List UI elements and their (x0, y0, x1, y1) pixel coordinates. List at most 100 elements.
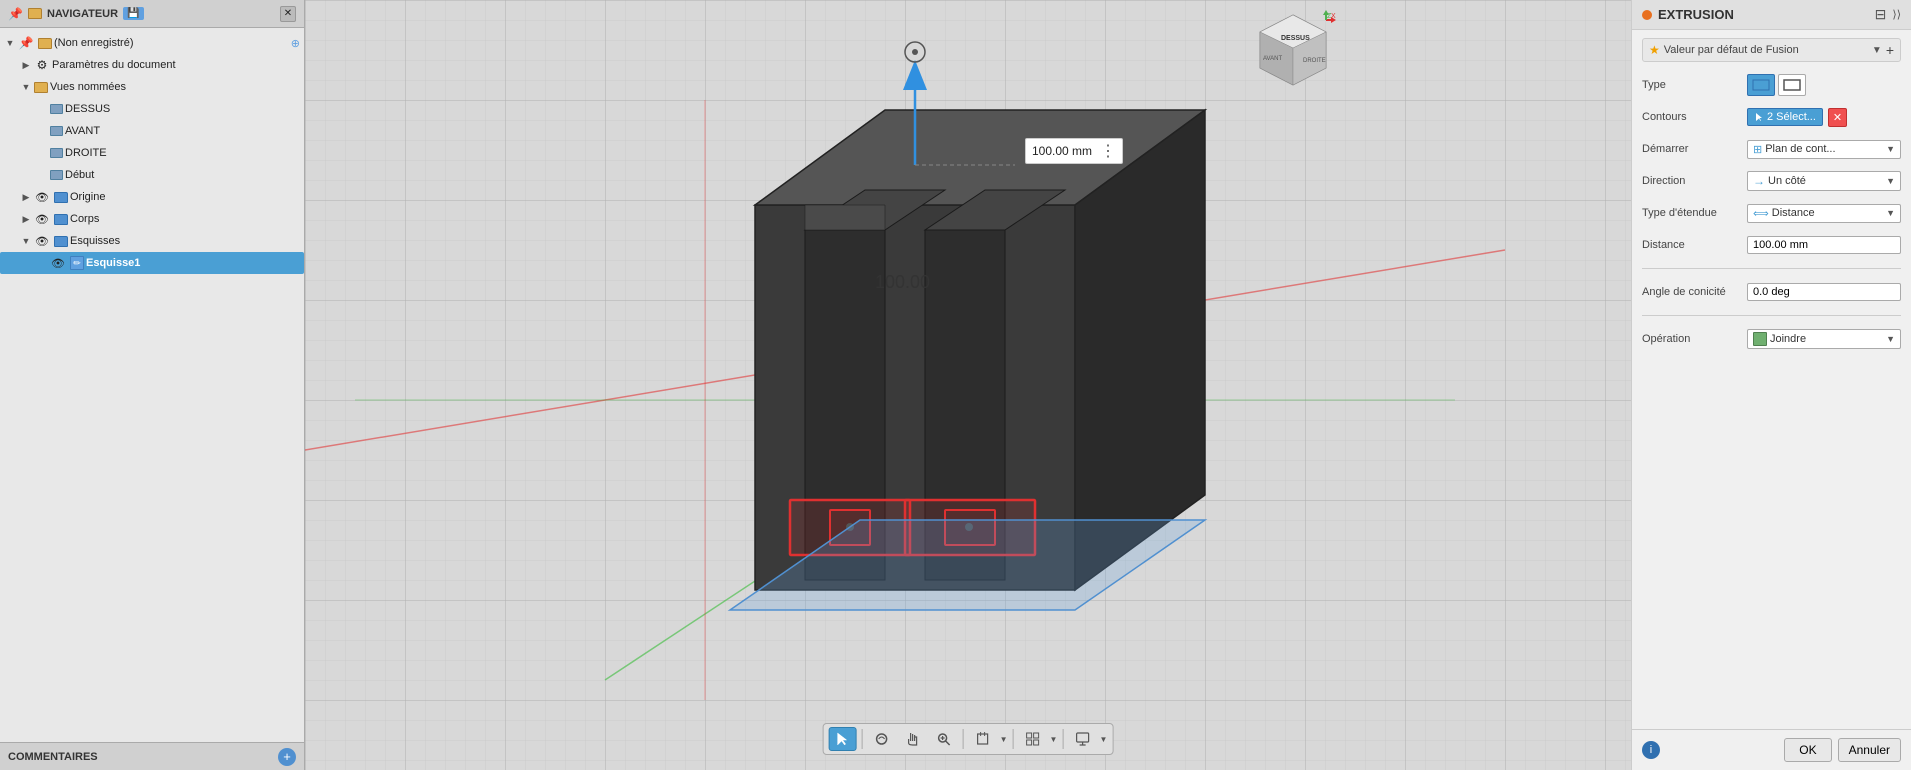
cancel-button[interactable]: Annuler (1838, 738, 1901, 762)
contours-row: Contours 2 Sélect... ✕ (1642, 104, 1901, 130)
operation-row: Opération Joindre ▼ (1642, 326, 1901, 352)
direction-dropdown[interactable]: → Un côté ▼ (1747, 171, 1901, 191)
type-solid-btn[interactable] (1747, 74, 1775, 96)
tree-icon-eye-origine[interactable]: 👁 (34, 189, 50, 205)
grid-dropdown-arrow[interactable]: ▼ (1050, 735, 1058, 744)
tree-item-esquisses[interactable]: 👁 Esquisses (0, 230, 304, 252)
operation-dropdown[interactable]: Joindre ▼ (1747, 329, 1901, 349)
distance-input[interactable] (1747, 236, 1901, 254)
operation-value: Joindre (1770, 333, 1883, 345)
type-surface-btn[interactable] (1778, 74, 1806, 96)
fusion-default-dropdown[interactable]: ▼ (1872, 45, 1882, 56)
tree-label-root: (Non enregistré) (54, 37, 291, 49)
tree-arrow-params[interactable] (20, 59, 32, 71)
display-dropdown-arrow[interactable]: ▼ (1099, 735, 1107, 744)
toolbar-fit-btn[interactable] (969, 727, 997, 751)
nav-folder-icon (28, 8, 42, 19)
toolbar-separator-3 (1013, 729, 1014, 749)
fusion-default-row: ★ Valeur par défaut de Fusion ▼ + (1642, 38, 1901, 62)
tree-item-droite[interactable]: DROITE (0, 142, 304, 164)
contours-clear-btn[interactable]: ✕ (1828, 108, 1847, 127)
tree-arrow-avant (36, 125, 48, 137)
type-row: Type (1642, 72, 1901, 98)
demarrer-dropdown[interactable]: ⊞ Plan de cont... ▼ (1747, 140, 1901, 159)
direction-label: Direction (1642, 175, 1747, 187)
extrusion-panel: EXTRUSION ⊟ ⟩⟩ ★ Valeur par défaut de Fu… (1631, 0, 1911, 770)
tree-arrow-esquisses[interactable] (20, 235, 32, 247)
tree-item-root[interactable]: 📌 (Non enregistré) ⊕ (0, 32, 304, 54)
display-icon (1074, 731, 1090, 747)
model-3d (585, 10, 1335, 670)
tree-icon-folder-root (38, 38, 52, 49)
nav-close-btn[interactable]: ✕ (280, 6, 296, 22)
toolbar-select-btn[interactable] (829, 727, 857, 751)
tree-item-dessus[interactable]: DESSUS (0, 98, 304, 120)
svg-text:DESSUS: DESSUS (1281, 35, 1310, 42)
distance-row: Distance (1642, 232, 1901, 258)
fusion-default-add-btn[interactable]: + (1886, 42, 1894, 58)
navigator-panel: 📌 NAVIGATEUR 💾 ✕ 📌 (Non enregistré) ⊕ ⚙ … (0, 0, 305, 770)
tree-icon-folder-corps (54, 214, 68, 225)
type-etendue-value: Distance (1772, 207, 1883, 219)
nav-title: NAVIGATEUR (47, 8, 118, 20)
angle-label: Angle de conicité (1642, 286, 1747, 298)
toolbar-orbit-btn[interactable] (868, 727, 896, 751)
tree-label-dessus: DESSUS (65, 103, 300, 115)
tree-item-debut[interactable]: Début (0, 164, 304, 186)
tree-arrow-esquisse1 (36, 257, 48, 269)
info-btn[interactable]: i (1642, 741, 1660, 759)
contours-select-label: 2 Sélect... (1767, 111, 1816, 123)
svg-text:X: X (1331, 13, 1336, 20)
tree-item-origine[interactable]: 👁 Origine (0, 186, 304, 208)
tree-icon-gear: ⚙ (34, 57, 50, 73)
tree-arrow-dessus (36, 103, 48, 115)
tree-action-root[interactable]: ⊕ (291, 37, 300, 50)
tree-arrow-corps[interactable] (20, 213, 32, 225)
svg-text:DROITE: DROITE (1303, 58, 1326, 64)
tree-item-avant[interactable]: AVANT (0, 120, 304, 142)
tree-item-corps[interactable]: 👁 Corps (0, 208, 304, 230)
dimension-menu-btn[interactable]: ⋮ (1096, 141, 1116, 161)
select-cursor-icon (1754, 112, 1764, 122)
demarrer-icon: ⊞ (1753, 143, 1762, 156)
type-etendue-label: Type d'étendue (1642, 207, 1747, 219)
tree-icon-eye-corps[interactable]: 👁 (34, 211, 50, 227)
tree-icon-eye-esquisse1[interactable]: 👁 (50, 255, 66, 271)
tree-icon-view-debut (50, 170, 63, 180)
fit-dropdown-arrow[interactable]: ▼ (1000, 735, 1008, 744)
hand-icon (905, 731, 921, 747)
toolbar-display-btn[interactable] (1068, 727, 1096, 751)
toolbar-pan-btn[interactable] (899, 727, 927, 751)
viewport-panel[interactable]: 100.00 mm ⋮ 100.00 X Z DESSUS (305, 0, 1631, 770)
view-cube[interactable]: X Z DESSUS AVANT DROITE (1251, 10, 1336, 95)
info-symbol: i (1650, 744, 1652, 756)
tree-icon-folder-origine (54, 192, 68, 203)
tree-icon-eye-esquisses[interactable]: 👁 (34, 233, 50, 249)
dimension-label[interactable]: 100.00 mm ⋮ (1025, 138, 1123, 164)
grid-icon (1025, 731, 1041, 747)
nav-save-btn[interactable]: 💾 (123, 7, 143, 20)
tree-arrow-origine[interactable] (20, 191, 32, 203)
tree-label-params: Paramètres du document (52, 59, 300, 71)
navigator-header: 📌 NAVIGATEUR 💾 ✕ (0, 0, 304, 28)
type-etendue-dropdown[interactable]: ⟺ Distance ▼ (1747, 204, 1901, 223)
direction-row: Direction → Un côté ▼ (1642, 168, 1901, 194)
extrusion-arrows-btn[interactable]: ⟩⟩ (1892, 8, 1901, 21)
tree-item-esquisse1[interactable]: 👁 ✏ Esquisse1 (0, 252, 304, 274)
demarrer-value: Plan de cont... (1765, 143, 1883, 155)
operation-arrow: ▼ (1886, 334, 1895, 344)
extrusion-expand-btn[interactable]: ⊟ (1875, 6, 1887, 23)
angle-row: Angle de conicité (1642, 279, 1901, 305)
toolbar-grid-btn[interactable] (1019, 727, 1047, 751)
ok-button[interactable]: OK (1784, 738, 1831, 762)
fusion-default-label: Valeur par défaut de Fusion (1664, 44, 1868, 56)
tree-item-params[interactable]: ⚙ Paramètres du document (0, 54, 304, 76)
contours-select-btn[interactable]: 2 Sélect... (1747, 108, 1823, 126)
angle-input[interactable] (1747, 283, 1901, 301)
tree-arrow-root[interactable] (4, 37, 16, 49)
tree-item-vues[interactable]: Vues nommées (0, 76, 304, 98)
tree-arrow-vues[interactable] (20, 81, 32, 93)
comments-add-btn[interactable]: + (278, 748, 296, 766)
toolbar-separator-4 (1062, 729, 1063, 749)
toolbar-zoom-btn[interactable] (930, 727, 958, 751)
